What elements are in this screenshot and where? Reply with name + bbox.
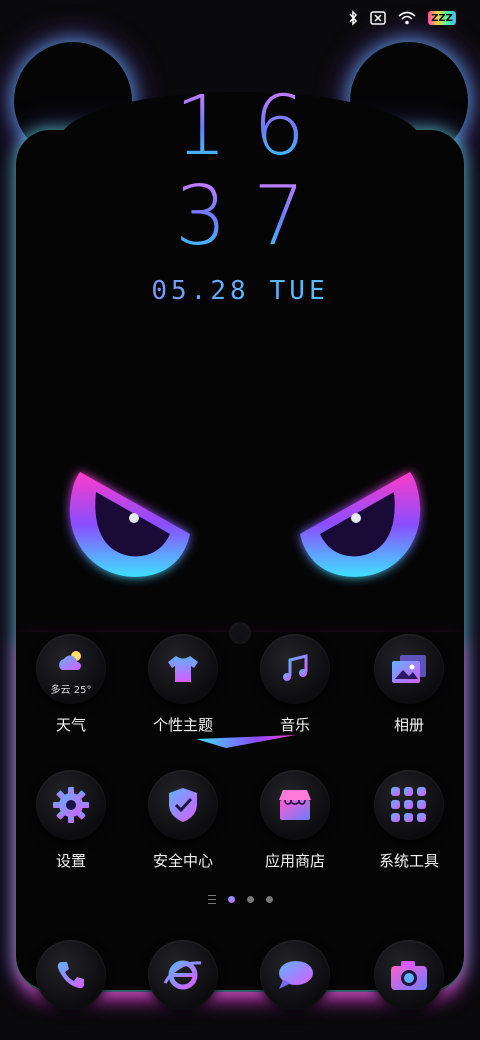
battery-icon: ZZZ (428, 11, 456, 25)
app-label: 安全中心 (152, 852, 213, 870)
music-icon-button[interactable] (260, 634, 330, 704)
app-system-tools[interactable]: 系统工具 (354, 770, 464, 871)
app-label: 系统工具 (378, 852, 439, 870)
browser-icon-button[interactable] (148, 940, 218, 1010)
camera-icon (391, 961, 427, 990)
clock-hour: 16 (0, 86, 480, 168)
system-tools-folder-button[interactable] (374, 770, 444, 840)
weather-summary: 多云 25° (50, 685, 92, 696)
battery-text: ZZZ (431, 12, 453, 24)
dock-messages[interactable] (240, 940, 350, 1010)
bluetooth-icon (349, 10, 358, 26)
music-note-icon (283, 654, 308, 681)
sim-error-icon (370, 11, 386, 25)
panda-mouth (196, 735, 296, 748)
app-weather[interactable]: 多云 25° 天气 (16, 634, 126, 735)
themes-icon-button[interactable] (148, 634, 218, 704)
gear-icon (53, 787, 89, 823)
app-drawer-indicator-icon[interactable] (207, 895, 216, 904)
weather-icon-button[interactable]: 多云 25° (36, 634, 106, 704)
wifi-icon (398, 11, 416, 25)
right-eye (300, 472, 421, 577)
app-label: 天气 (55, 716, 86, 734)
app-settings[interactable]: 设置 (16, 770, 126, 871)
store-icon-button[interactable] (260, 770, 330, 840)
left-eye (69, 472, 190, 577)
dock-camera[interactable] (354, 940, 464, 1010)
browser-icon (163, 960, 202, 990)
app-music[interactable]: 音乐 (240, 634, 350, 735)
app-label: 设置 (55, 852, 86, 870)
clock-widget[interactable]: 16 37 05.28 TUE (0, 86, 480, 306)
page-indicator[interactable] (0, 895, 480, 904)
gallery-icon (392, 655, 426, 683)
phone-icon (57, 962, 84, 989)
dock-browser[interactable] (128, 940, 238, 1010)
gallery-icon-button[interactable] (374, 634, 444, 704)
messages-icon (279, 961, 313, 989)
page-dot[interactable] (265, 896, 273, 903)
shield-check-icon (169, 788, 197, 822)
app-themes[interactable]: 个性主题 (128, 634, 238, 735)
messages-icon-button[interactable] (260, 940, 330, 1010)
date-text: 05.28 (151, 276, 250, 306)
app-security-center[interactable]: 安全中心 (128, 770, 238, 871)
weekday-text: TUE (269, 276, 329, 306)
security-icon-button[interactable] (148, 770, 218, 840)
clock-minute: 37 (0, 176, 480, 258)
tshirt-icon (168, 656, 198, 682)
page-dot-active[interactable] (227, 896, 235, 903)
settings-icon-button[interactable] (36, 770, 106, 840)
phone-icon-button[interactable] (36, 940, 106, 1010)
app-gallery[interactable]: 相册 (354, 634, 464, 735)
store-icon (279, 790, 311, 820)
app-store[interactable]: 应用商店 (240, 770, 350, 871)
page-dot[interactable] (246, 896, 254, 903)
dock-phone[interactable] (16, 940, 126, 1010)
camera-icon-button[interactable] (374, 940, 444, 1010)
folder-grid-icon (391, 787, 426, 822)
app-label: 相册 (393, 716, 424, 734)
weather-icon (59, 651, 81, 670)
app-label: 应用商店 (264, 852, 325, 870)
status-bar: ZZZ (348, 10, 456, 26)
date-line: 05.28 TUE (0, 276, 480, 306)
